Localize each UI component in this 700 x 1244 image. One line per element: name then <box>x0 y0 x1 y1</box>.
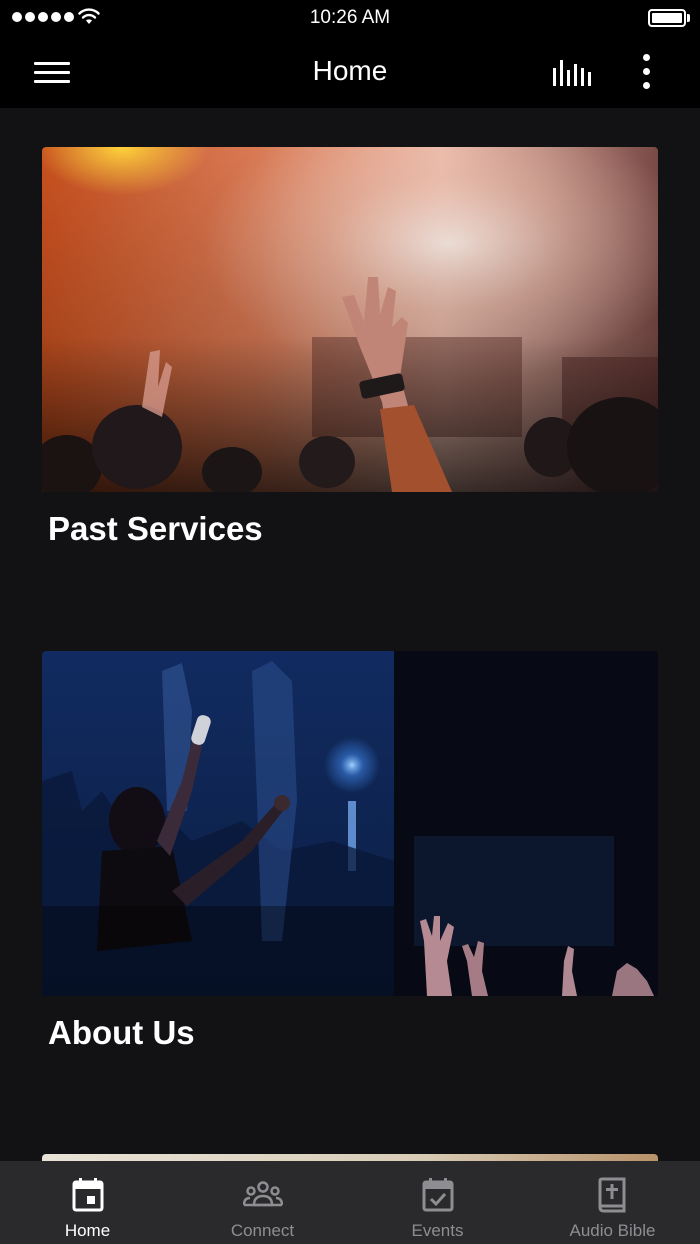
group-people-icon <box>242 1181 283 1207</box>
card-title: Past Services <box>48 510 263 547</box>
calendar-check-icon <box>422 1178 453 1212</box>
tab-audio-bible[interactable]: Audio Bible <box>525 1161 700 1244</box>
hamburger-menu-icon <box>34 62 70 65</box>
audio-bars-icon <box>553 60 591 86</box>
tab-label: Events <box>411 1221 464 1240</box>
partial-beige-image <box>42 1154 658 1161</box>
bible-book-icon <box>598 1177 625 1213</box>
tab-home[interactable]: Home <box>0 1161 175 1244</box>
status-time: 10:26 AM <box>309 7 391 28</box>
status-bar: 10:26 AM <box>0 0 700 36</box>
card-partial[interactable] <box>42 1154 658 1161</box>
navigation-bar: Home <box>0 36 700 108</box>
card-title: About Us <box>48 1014 195 1051</box>
tab-bar: Home Connect Events Audio Bible <box>0 1161 700 1244</box>
battery-icon <box>648 9 690 27</box>
audio-player-button[interactable] <box>548 56 596 90</box>
card-about-us[interactable]: About Us <box>42 651 658 1052</box>
tab-events[interactable]: Events <box>350 1161 525 1244</box>
concert-crowd-image <box>42 147 658 492</box>
tab-label: Audio Bible <box>569 1221 656 1240</box>
home-feed[interactable]: Past Services About Us <box>0 108 700 1161</box>
more-options-button[interactable] <box>628 52 664 92</box>
worship-concert-image <box>42 651 658 996</box>
tab-connect[interactable]: Connect <box>175 1161 350 1244</box>
calendar-day-icon <box>72 1178 103 1212</box>
card-past-services[interactable]: Past Services <box>42 147 658 548</box>
tab-label: Connect <box>230 1221 295 1240</box>
tab-label: Home <box>64 1221 111 1240</box>
more-vertical-icon <box>643 54 650 61</box>
menu-button[interactable] <box>30 56 76 88</box>
